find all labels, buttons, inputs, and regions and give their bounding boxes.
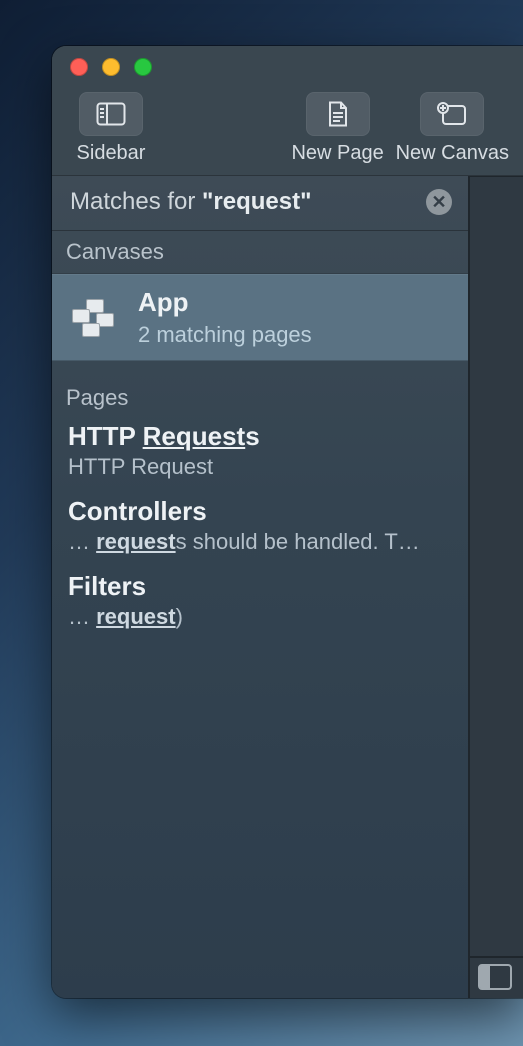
panel-left-icon xyxy=(480,966,490,988)
canvas-result-app[interactable]: App 2 matching pages xyxy=(52,274,468,361)
app-window: Sidebar New Page xyxy=(52,46,523,998)
new-canvas-toolbar-item: New Canvas xyxy=(396,92,509,165)
matches-for-text: Matches for "request" xyxy=(70,188,312,216)
pages-section-header: Pages xyxy=(52,361,468,415)
page-result-http-requests[interactable]: HTTP Requests HTTP Request xyxy=(52,415,468,490)
titlebar xyxy=(52,46,523,88)
inspector-toggle-button[interactable] xyxy=(478,964,512,990)
page-result-title: Controllers xyxy=(68,496,452,527)
canvases-section-header: Canvases xyxy=(52,231,468,274)
canvas-add-icon xyxy=(437,102,467,126)
canvas-thumbnail-icon xyxy=(72,299,116,337)
minimize-window-button[interactable] xyxy=(102,58,120,76)
new-canvas-button[interactable] xyxy=(420,92,484,136)
canvas-result-title: App xyxy=(138,287,312,318)
new-canvas-label: New Canvas xyxy=(396,142,509,165)
matches-query: "request" xyxy=(202,188,311,215)
page-result-title: Filters xyxy=(68,571,452,602)
clear-search-button[interactable]: ✕ xyxy=(426,189,452,215)
page-result-snippet: HTTP Request xyxy=(68,454,452,480)
canvas-viewport[interactable] xyxy=(470,177,523,956)
close-window-button[interactable] xyxy=(70,58,88,76)
main-footer xyxy=(470,956,523,998)
sidebar-panel: Matches for "request" ✕ Canvases App 2 m… xyxy=(52,176,470,998)
close-icon: ✕ xyxy=(431,192,446,213)
search-results-header: Matches for "request" ✕ xyxy=(52,176,468,231)
sidebar-toolbar-item: Sidebar xyxy=(66,92,156,165)
sidebar-icon xyxy=(96,102,126,126)
page-icon xyxy=(327,101,349,127)
page-result-snippet: … request) xyxy=(68,604,452,630)
maximize-window-button[interactable] xyxy=(134,58,152,76)
main-area xyxy=(470,176,523,998)
canvas-result-subtitle: 2 matching pages xyxy=(138,322,312,348)
toolbar: Sidebar New Page xyxy=(52,88,523,176)
body: Matches for "request" ✕ Canvases App 2 m… xyxy=(52,176,523,998)
page-result-filters[interactable]: Filters … request) xyxy=(52,565,468,640)
page-result-controllers[interactable]: Controllers … requests should be handled… xyxy=(52,490,468,565)
sidebar-toggle-label: Sidebar xyxy=(77,142,146,165)
matches-prefix: Matches for xyxy=(70,188,202,215)
sidebar-toggle-button[interactable] xyxy=(79,92,143,136)
new-page-toolbar-item: New Page xyxy=(288,92,388,165)
page-result-title: HTTP Requests xyxy=(68,421,452,452)
new-page-label: New Page xyxy=(291,142,383,165)
canvas-result-texts: App 2 matching pages xyxy=(138,287,312,348)
page-result-snippet: … requests should be handled. T… xyxy=(68,529,452,555)
new-page-button[interactable] xyxy=(306,92,370,136)
